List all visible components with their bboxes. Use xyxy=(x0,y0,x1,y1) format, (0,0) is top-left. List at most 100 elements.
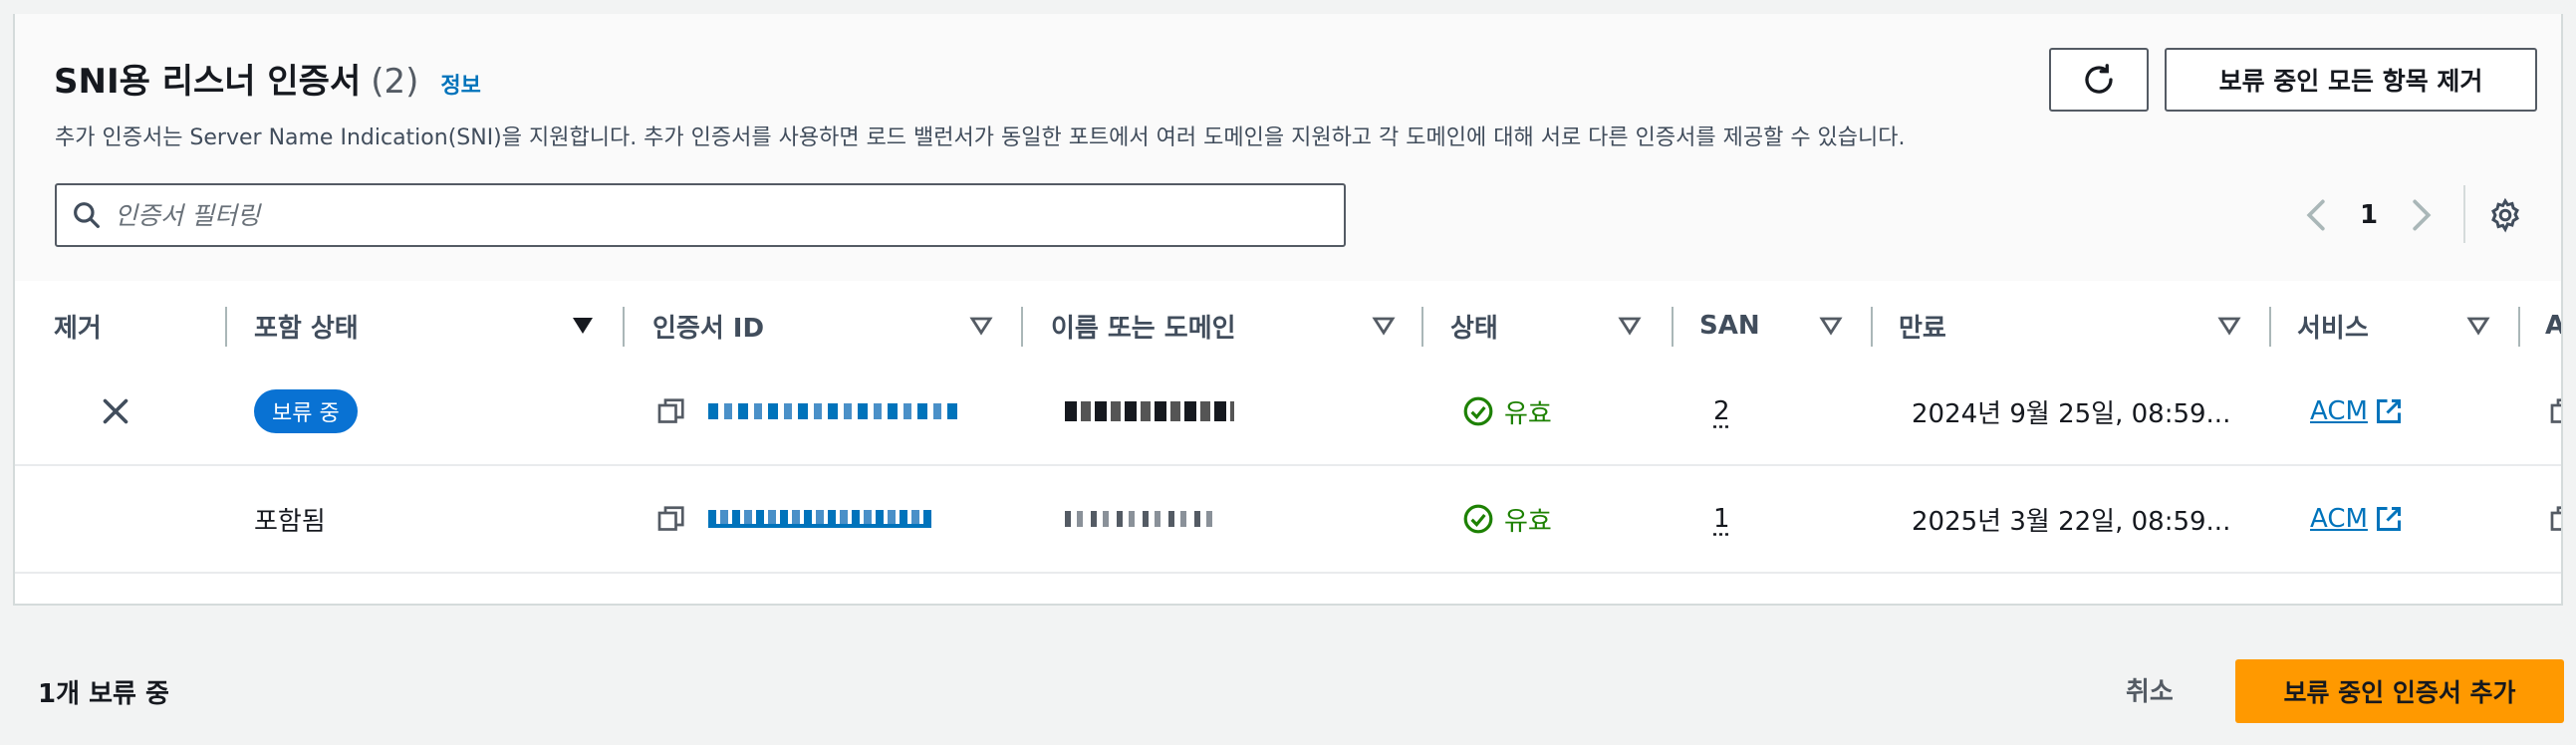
san-value[interactable]: 1 xyxy=(1713,504,1730,534)
column-san[interactable]: SAN xyxy=(1699,281,1873,371)
pending-badge: 보류 중 xyxy=(254,389,358,433)
column-divider xyxy=(1021,307,1023,347)
column-certificate-id[interactable]: 인증서 ID xyxy=(652,281,1023,371)
search-input[interactable] xyxy=(115,200,1310,230)
add-pending-certificate-button[interactable]: 보류 중인 인증서 추가 xyxy=(2235,659,2564,723)
column-expiration[interactable]: 만료 xyxy=(1899,281,2271,371)
service-label[interactable]: ACM xyxy=(2310,396,2368,426)
external-link-icon xyxy=(2376,399,2401,423)
refresh-button[interactable] xyxy=(2049,48,2149,112)
certificate-id xyxy=(656,359,959,464)
search-icon xyxy=(71,199,103,231)
service-link[interactable]: ACM xyxy=(2310,396,2404,426)
inclusion-text: 포함됨 xyxy=(254,506,326,537)
table-row: 보류 중 유효 2 2024년 9월 25일, 08:59... ACM xyxy=(15,359,2563,466)
pager-divider xyxy=(2463,185,2465,243)
action-cell xyxy=(2549,359,2563,464)
column-divider xyxy=(2269,307,2271,347)
certificate-id xyxy=(656,466,931,572)
domain-name xyxy=(1065,359,1234,464)
column-remove: 제거 xyxy=(54,281,227,371)
sort-icon[interactable] xyxy=(2217,316,2241,336)
column-label: 이름 또는 도메인 xyxy=(1051,313,1236,344)
sort-icon[interactable] xyxy=(969,316,993,336)
expiration: 2024년 9월 25일, 08:59... xyxy=(1912,359,2230,464)
column-divider xyxy=(1421,307,1423,347)
san-count: 2 xyxy=(1713,359,1730,464)
column-divider xyxy=(2518,307,2520,347)
column-label: A xyxy=(2545,311,2561,341)
column-label: 만료 xyxy=(1899,313,1946,344)
copy-icon[interactable] xyxy=(2549,504,2563,534)
column-label: 포함 상태 xyxy=(254,313,359,344)
service: ACM xyxy=(2310,359,2404,464)
status-text: 유효 xyxy=(1504,506,1552,537)
column-label: 상태 xyxy=(1450,313,1498,344)
service: ACM xyxy=(2310,466,2404,572)
pagination: 1 xyxy=(2296,195,2442,235)
close-icon xyxy=(103,398,129,424)
sort-icon[interactable] xyxy=(1372,316,1396,336)
inclusion-status: 포함됨 xyxy=(254,466,326,572)
copy-icon[interactable] xyxy=(656,396,686,426)
remove-button[interactable] xyxy=(101,359,130,464)
pending-count: 1개 보류 중 xyxy=(38,679,169,709)
column-name-or-domain[interactable]: 이름 또는 도메인 xyxy=(1051,281,1423,371)
table-row: 포함됨 유효 1 2025년 3월 22일, 08:59... ACM xyxy=(15,466,2563,574)
action-cell xyxy=(2549,466,2563,572)
chevron-left-icon[interactable] xyxy=(2296,195,2336,235)
column-divider xyxy=(225,307,227,347)
column-label: 제거 xyxy=(54,313,102,344)
panel-count: (2) xyxy=(371,62,419,102)
copy-icon[interactable] xyxy=(2549,396,2563,426)
certificate-id-link-redacted[interactable] xyxy=(708,510,931,528)
external-link-icon xyxy=(2376,507,2401,531)
sort-descending-icon[interactable] xyxy=(571,316,595,336)
san-value[interactable]: 2 xyxy=(1713,396,1730,426)
panel-title: SNI용 리스너 인증서 xyxy=(54,62,362,102)
panel-title-row: SNI용 리스너 인증서 (2) 정보 xyxy=(54,54,481,103)
gear-icon[interactable] xyxy=(2487,197,2523,237)
info-link[interactable]: 정보 xyxy=(440,68,480,100)
sni-certificates-panel: SNI용 리스너 인증서 (2) 정보 추가 인증서는 Server Name … xyxy=(13,14,2563,606)
domain-name xyxy=(1065,466,1214,572)
column-inclusion-status[interactable]: 포함 상태 xyxy=(254,281,625,371)
service-link[interactable]: ACM xyxy=(2310,504,2404,534)
refresh-icon xyxy=(2085,64,2113,94)
column-label: 인증서 ID xyxy=(652,313,765,344)
column-label: SAN xyxy=(1699,311,1760,341)
column-divider xyxy=(1672,307,1674,347)
service-label[interactable]: ACM xyxy=(2310,504,2368,534)
chevron-right-icon[interactable] xyxy=(2402,195,2442,235)
status-valid: 유효 xyxy=(1462,393,1552,430)
expiration-value: 2025년 3월 22일, 08:59... xyxy=(1912,506,2231,537)
column-more[interactable]: A xyxy=(2545,281,2561,371)
footer xyxy=(0,606,2576,745)
column-divider xyxy=(1871,307,1873,347)
certificate-status: 유효 xyxy=(1462,466,1552,572)
certificate-status: 유효 xyxy=(1462,359,1552,464)
copy-icon[interactable] xyxy=(656,504,686,534)
remove-all-pending-button[interactable]: 보류 중인 모든 항목 제거 xyxy=(2165,48,2537,112)
column-status[interactable]: 상태 xyxy=(1450,281,1674,371)
column-divider xyxy=(623,307,625,347)
column-label: 서비스 xyxy=(2297,313,2369,344)
sort-icon[interactable] xyxy=(1819,316,1843,336)
check-circle-icon xyxy=(1463,396,1493,426)
domain-redacted xyxy=(1065,511,1214,527)
domain-redacted xyxy=(1065,401,1234,421)
status-valid: 유효 xyxy=(1462,501,1552,538)
expiration: 2025년 3월 22일, 08:59... xyxy=(1912,466,2230,572)
sort-icon[interactable] xyxy=(2466,316,2490,336)
cancel-button[interactable]: 취소 xyxy=(2126,671,2174,708)
panel-description: 추가 인증서는 Server Name Indication(SNI)을 지원합… xyxy=(55,125,1906,150)
status-text: 유효 xyxy=(1504,398,1552,429)
column-service[interactable]: 서비스 xyxy=(2297,281,2520,371)
page-number[interactable]: 1 xyxy=(2360,200,2378,230)
certificate-filter[interactable] xyxy=(55,183,1346,247)
san-count: 1 xyxy=(1713,466,1730,572)
certificate-id-link-redacted[interactable] xyxy=(708,403,959,419)
check-circle-icon xyxy=(1463,504,1493,534)
sort-icon[interactable] xyxy=(1618,316,1642,336)
inclusion-status: 보류 중 xyxy=(254,359,358,464)
